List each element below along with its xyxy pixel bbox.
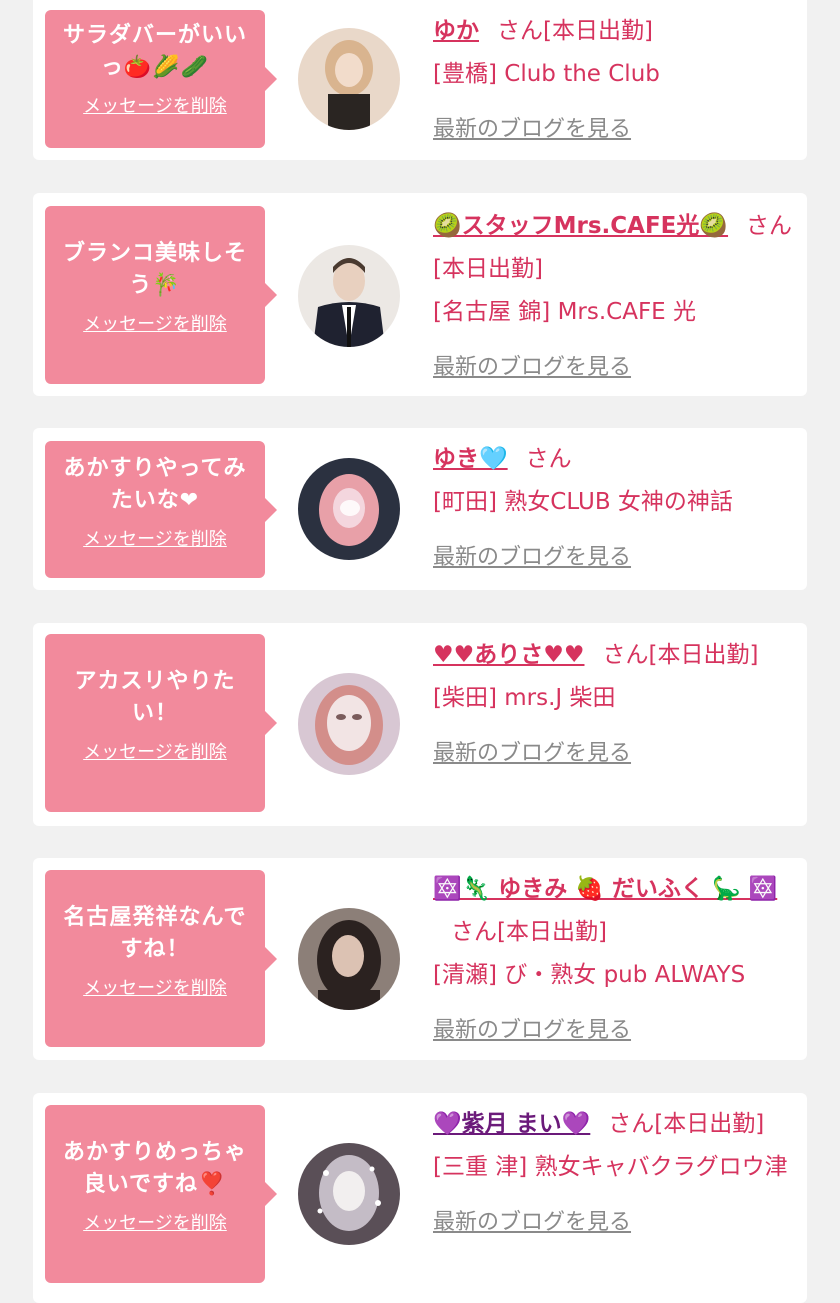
delete-message-link[interactable]: メッセージを削除 bbox=[83, 1209, 227, 1235]
message-bubble: 名古屋発祥なんですね！ メッセージを削除 bbox=[45, 870, 277, 1047]
user-info: ゆき🩵 さん [町田] 熟女CLUB 女神の神話 最新のブログを見る bbox=[433, 438, 797, 579]
user-info: 🔯🦎 ゆきみ 🍓 だいふく 🦕 🔯 さん[本日出勤] [清瀬] び・熟女 pub … bbox=[433, 868, 797, 1052]
message-bubble: ブランコ美味しそう🎋 メッセージを削除 bbox=[45, 206, 277, 384]
message-card: あかすりめっちゃ良いですね❣️ メッセージを削除 💜紫月 まい💜 さん[本日出勤]… bbox=[33, 1093, 807, 1303]
user-name-link[interactable]: ゆき🩵 bbox=[433, 446, 508, 472]
avatar[interactable] bbox=[298, 458, 400, 560]
delete-message-link[interactable]: メッセージを削除 bbox=[83, 310, 227, 336]
delete-message-link[interactable]: メッセージを削除 bbox=[83, 92, 227, 118]
user-status: さん[本日出勤] bbox=[497, 18, 653, 44]
avatar-photo bbox=[298, 673, 400, 775]
user-name-link[interactable]: ゆか bbox=[433, 18, 479, 44]
latest-blog-link[interactable]: 最新のブログを見る bbox=[433, 346, 797, 389]
avatar[interactable] bbox=[298, 1143, 400, 1245]
user-name-link[interactable]: 💜紫月 まい💜 bbox=[433, 1111, 590, 1137]
latest-blog-link[interactable]: 最新のブログを見る bbox=[433, 732, 797, 775]
latest-blog-link[interactable]: 最新のブログを見る bbox=[433, 108, 797, 151]
avatar-photo bbox=[298, 908, 400, 1010]
shop-name: [町田] 熟女CLUB 女神の神話 bbox=[433, 489, 733, 515]
delete-message-link[interactable]: メッセージを削除 bbox=[83, 738, 227, 764]
message-text: ブランコ美味しそう🎋 bbox=[62, 241, 247, 298]
message-bubble: あかすりやってみたいな❤ メッセージを削除 bbox=[45, 441, 277, 578]
avatar-photo bbox=[298, 245, 400, 347]
avatar[interactable] bbox=[298, 28, 400, 130]
latest-blog-link[interactable]: 最新のブログを見る bbox=[433, 1009, 797, 1052]
user-status: さん bbox=[525, 446, 572, 472]
message-card: あかすりやってみたいな❤ メッセージを削除 ゆき🩵 さん [町田] 熟女CLUB … bbox=[33, 428, 807, 590]
user-status: さん[本日出勤] bbox=[608, 1111, 765, 1137]
shop-name: [清瀬] び・熟女 pub ALWAYS bbox=[433, 962, 746, 988]
message-text: 名古屋発祥なんですね！ bbox=[63, 905, 247, 962]
message-card: ブランコ美味しそう🎋 メッセージを削除 🥝スタッフMrs.CAFE光🥝 さん[本日… bbox=[33, 193, 807, 396]
user-name-link[interactable]: 🔯🦎 ゆきみ 🍓 だいふく 🦕 🔯 bbox=[433, 876, 777, 902]
shop-name: [豊橋] Club the Club bbox=[433, 61, 660, 87]
user-name-link[interactable]: ♥♥ありさ♥♥ bbox=[433, 642, 584, 668]
avatar[interactable] bbox=[298, 673, 400, 775]
user-info: ゆか さん[本日出勤] [豊橋] Club the Club 最新のブログを見る bbox=[433, 10, 797, 151]
shop-name: [柴田] mrs.J 柴田 bbox=[433, 685, 616, 711]
avatar-photo bbox=[298, 458, 400, 560]
avatar-photo bbox=[298, 1143, 400, 1245]
user-status: さん[本日出勤] bbox=[602, 642, 759, 668]
latest-blog-link[interactable]: 最新のブログを見る bbox=[433, 536, 797, 579]
avatar-photo bbox=[298, 28, 400, 130]
user-info: 🥝スタッフMrs.CAFE光🥝 さん[本日出勤] [名古屋 錦] Mrs.CAFE… bbox=[433, 205, 797, 389]
message-text: あかすりめっちゃ良いですね❣️ bbox=[62, 1140, 247, 1197]
shop-name: [三重 津] 熟女キャバクラグロウ津 bbox=[433, 1154, 788, 1180]
avatar[interactable] bbox=[298, 245, 400, 347]
delete-message-link[interactable]: メッセージを削除 bbox=[83, 974, 227, 1000]
shop-name: [名古屋 錦] Mrs.CAFE 光 bbox=[433, 299, 697, 325]
message-card: 名古屋発祥なんですね！ メッセージを削除 🔯🦎 ゆきみ 🍓 だいふく 🦕 🔯 さん… bbox=[33, 858, 807, 1060]
avatar[interactable] bbox=[298, 908, 400, 1010]
user-info: 💜紫月 まい💜 さん[本日出勤] [三重 津] 熟女キャバクラグロウ津 最新のブロ… bbox=[433, 1103, 797, 1244]
message-bubble: あかすりめっちゃ良いですね❣️ メッセージを削除 bbox=[45, 1105, 277, 1283]
message-card: アカスリやりたい！ メッセージを削除 ♥♥ありさ♥♥ さん[本日出勤] [柴田] … bbox=[33, 623, 807, 826]
user-status: さん[本日出勤] bbox=[451, 919, 607, 945]
message-bubble: サラダバーがいいっ🍅🌽🥒 メッセージを削除 bbox=[45, 10, 277, 148]
message-text: アカスリやりたい！ bbox=[74, 669, 236, 726]
user-name-link[interactable]: 🥝スタッフMrs.CAFE光🥝 bbox=[433, 213, 728, 239]
latest-blog-link[interactable]: 最新のブログを見る bbox=[433, 1201, 797, 1244]
message-bubble: アカスリやりたい！ メッセージを削除 bbox=[45, 634, 277, 812]
message-text: あかすりやってみたいな❤ bbox=[63, 456, 247, 513]
delete-message-link[interactable]: メッセージを削除 bbox=[83, 525, 227, 551]
message-card: サラダバーがいいっ🍅🌽🥒 メッセージを削除 ゆか さん[本日出勤] [豊橋] Cl… bbox=[33, 0, 807, 160]
message-text: サラダバーがいいっ🍅🌽🥒 bbox=[62, 23, 247, 80]
user-info: ♥♥ありさ♥♥ さん[本日出勤] [柴田] mrs.J 柴田 最新のブログを見る bbox=[433, 634, 797, 775]
